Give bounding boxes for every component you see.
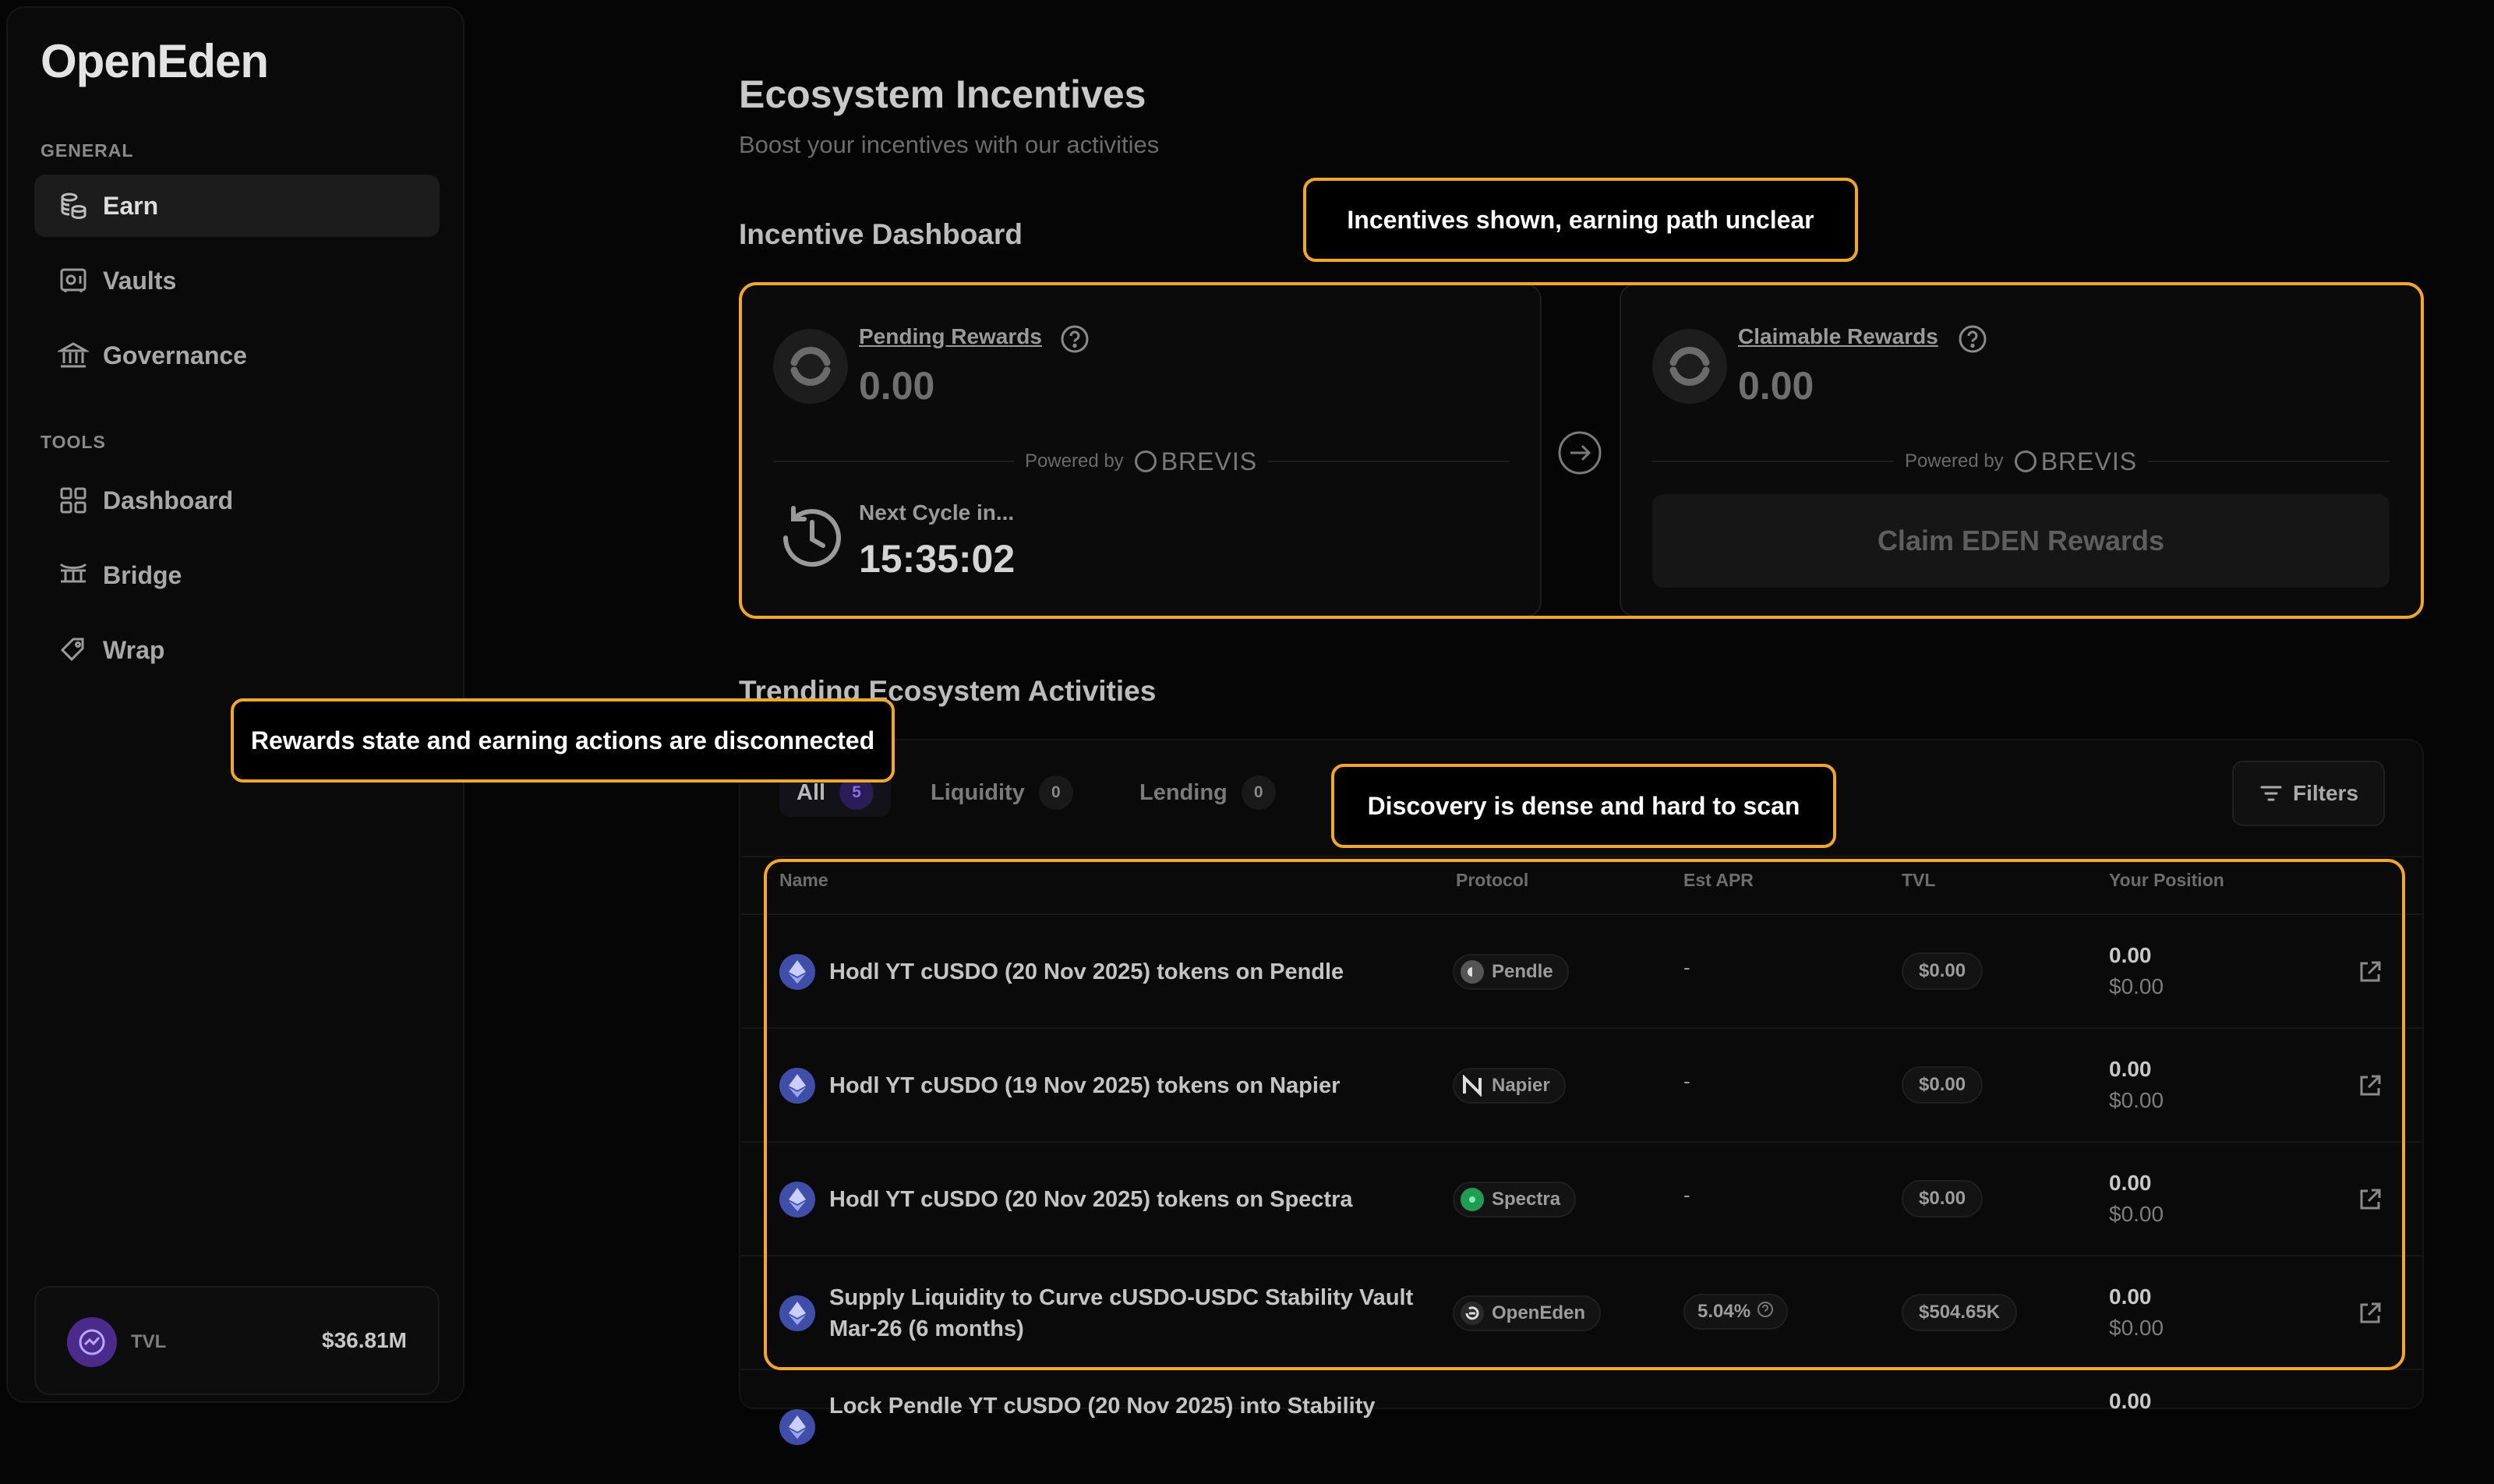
- tvl-chart-icon: [67, 1317, 117, 1367]
- vault-icon: [58, 265, 89, 296]
- sidebar-item-governance[interactable]: Governance: [34, 324, 440, 387]
- tools-section-label: TOOLS: [41, 432, 106, 452]
- openeden-logo[interactable]: OpenEden: [41, 34, 269, 88]
- tab-label: All: [797, 779, 826, 805]
- bank-icon: [58, 340, 89, 371]
- incentive-dashboard-title: Incentive Dashboard: [739, 218, 1023, 250]
- tab-label: Liquidity: [931, 779, 1025, 805]
- annotation-rewards-disconnected: Rewards state and earning actions are di…: [231, 698, 895, 783]
- page-title: Ecosystem Incentives: [739, 72, 1146, 116]
- filters-label: Filters: [2292, 781, 2359, 805]
- sidebar-item-bridge[interactable]: Bridge: [34, 544, 440, 606]
- annotation-frame-table: [764, 859, 2405, 1370]
- tab-label: Lending: [1139, 779, 1228, 805]
- tab-lending[interactable]: Lending 0: [1122, 768, 1293, 817]
- tab-liquidity[interactable]: Liquidity 0: [913, 768, 1090, 817]
- grid-icon: [58, 485, 89, 516]
- activity-name[interactable]: Lock Pendle YT cUSDO (20 Nov 2025) into …: [829, 1370, 1422, 1484]
- sidebar-item-label: Governance: [103, 341, 247, 369]
- sidebar-item-wrap[interactable]: Wrap: [34, 619, 440, 681]
- filters-button[interactable]: Filters: [2232, 761, 2385, 826]
- sidebar-item-earn[interactable]: Earn: [34, 175, 440, 237]
- tvl-summary: TVL $36.81M: [34, 1286, 440, 1395]
- sidebar-item-label: Bridge: [103, 560, 182, 589]
- coins-icon: [58, 190, 89, 221]
- tvl-value: $36.81M: [322, 1328, 407, 1352]
- tab-count-badge: 0: [1241, 776, 1276, 810]
- annotation-discovery-dense: Discovery is dense and hard to scan: [1331, 764, 1836, 848]
- annotation-incentives-unclear: Incentives shown, earning path unclear: [1303, 178, 1858, 262]
- sidebar-item-label: Vaults: [103, 266, 177, 295]
- filter-icon: [2259, 781, 2284, 806]
- sidebar-item-vaults[interactable]: Vaults: [34, 249, 440, 312]
- table-row[interactable]: Lock Pendle YT cUSDO (20 Nov 2025) into …: [740, 1369, 2422, 1484]
- sidebar-item-label: Dashboard: [103, 486, 234, 514]
- tvl-label: TVL: [131, 1331, 167, 1352]
- bridge-icon: [58, 560, 89, 591]
- tab-count-badge: 0: [1038, 776, 1073, 810]
- annotation-frame-dashboard: [739, 282, 2424, 619]
- tag-icon: [58, 634, 89, 666]
- ethereum-icon: [779, 1409, 815, 1445]
- sidebar-item-label: Earn: [103, 191, 159, 220]
- page-subtitle: Boost your incentives with our activitie…: [739, 131, 1160, 158]
- sidebar-item-label: Wrap: [103, 635, 165, 664]
- general-section-label: GENERAL: [41, 140, 134, 161]
- sidebar-item-dashboard[interactable]: Dashboard: [34, 469, 440, 532]
- position-amount: 0.00: [2109, 1389, 2152, 1413]
